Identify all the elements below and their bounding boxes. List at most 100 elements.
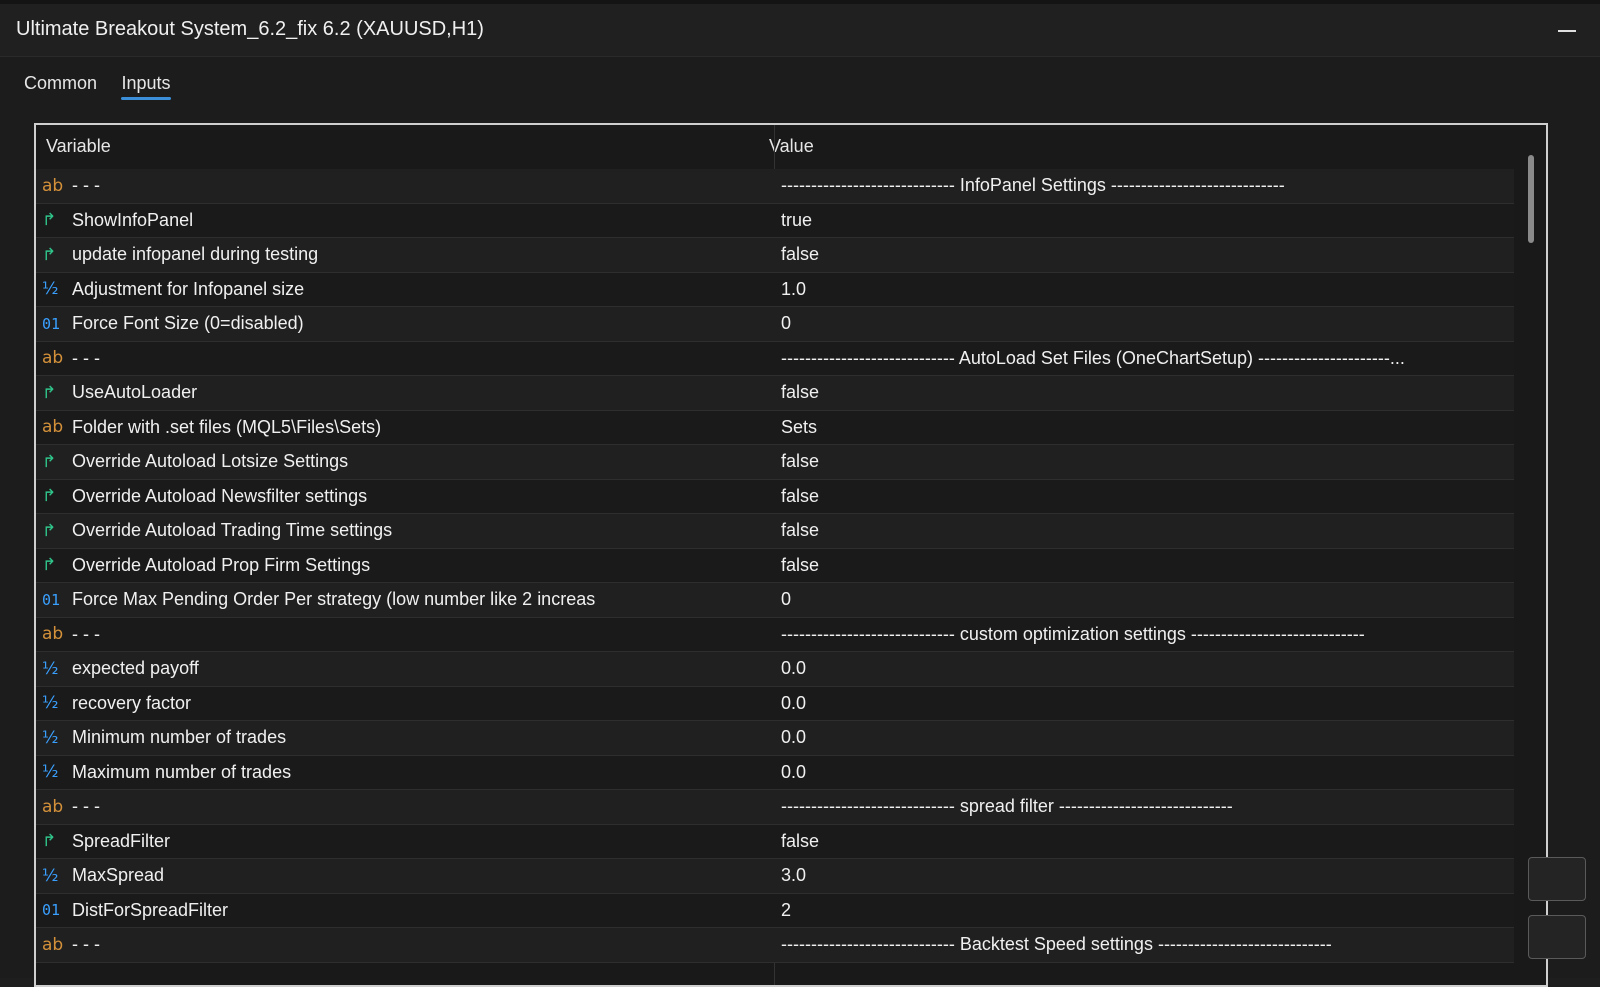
string-type-icon: ab — [42, 624, 64, 645]
double-type-icon: ½ — [42, 865, 59, 886]
vertical-scrollbar[interactable] — [1528, 155, 1534, 243]
table-row[interactable]: ½ Adjustment for Infopanel size 1.0 — [36, 272, 1514, 307]
table-row[interactable]: ↱ ShowInfoPanel true — [36, 203, 1514, 238]
table-row[interactable]: ½ expected payoff 0.0 — [36, 652, 1514, 687]
value-cell[interactable]: 0 — [781, 583, 791, 617]
string-type-icon: ab — [42, 934, 64, 955]
table-row[interactable]: ↱ update infopanel during testing false — [36, 238, 1514, 273]
variable-name: - - - — [72, 175, 100, 196]
table-row[interactable]: ½ Maximum number of trades 0.0 — [36, 755, 1514, 790]
table-row[interactable]: ½ MaxSpread 3.0 — [36, 859, 1514, 894]
integer-type-icon: 01 — [42, 590, 61, 609]
side-button-1[interactable] — [1528, 857, 1586, 901]
value-cell[interactable]: ----------------------------- Backtest S… — [781, 928, 1332, 962]
variable-cell: ab - - - — [42, 342, 100, 376]
table-row[interactable]: ab - - - ----------------------------- Aut… — [36, 341, 1514, 376]
table-row[interactable]: 01 Force Font Size (0=disabled) 0 — [36, 307, 1514, 342]
tab-inputs[interactable]: Inputs — [121, 73, 171, 100]
bool-type-icon: ↱ — [42, 486, 57, 506]
table-row[interactable]: ↱ UseAutoLoader false — [36, 376, 1514, 411]
variable-name: recovery factor — [72, 692, 192, 713]
value-cell[interactable]: false — [781, 445, 819, 479]
bool-type-icon: ↱ — [42, 831, 57, 851]
variable-cell: ↱ update infopanel during testing — [42, 238, 318, 272]
double-type-icon: ½ — [42, 658, 59, 679]
table-row[interactable]: ↱ Override Autoload Prop Firm Settings fal… — [36, 548, 1514, 583]
minimize-icon[interactable] — [1558, 30, 1576, 32]
variable-name: SpreadFilter — [72, 830, 171, 851]
variable-name: Force Font Size (0=disabled) — [72, 313, 304, 334]
value-cell[interactable]: Sets — [781, 411, 817, 445]
variable-name: - - - — [72, 623, 100, 644]
inputs-table: Variable Value ab - - - ------------------… — [34, 123, 1548, 987]
value-cell[interactable]: false — [781, 376, 819, 410]
header-value[interactable]: Value — [769, 136, 814, 157]
variable-cell: ↱ UseAutoLoader — [42, 376, 197, 410]
table-row[interactable]: ½ Minimum number of trades 0.0 — [36, 721, 1514, 756]
value-cell[interactable]: 3.0 — [781, 859, 806, 893]
value-cell[interactable]: false — [781, 825, 819, 859]
tab-common[interactable]: Common — [24, 73, 97, 100]
table-row[interactable]: ↱ Override Autoload Newsfilter settings fa… — [36, 479, 1514, 514]
value-cell[interactable]: 2 — [781, 894, 791, 928]
variable-name: ShowInfoPanel — [72, 209, 194, 230]
value-cell[interactable]: true — [781, 204, 812, 238]
table-row[interactable]: ab - - - ----------------------------- Bac… — [36, 928, 1514, 963]
variable-cell: ↱ Override Autoload Lotsize Settings — [42, 445, 348, 479]
table-row[interactable]: ↱ Override Autoload Lotsize Settings false — [36, 445, 1514, 480]
bool-type-icon: ↱ — [42, 382, 57, 402]
variable-name: - - - — [72, 796, 100, 817]
dialog-body: Common Inputs Variable Value ab - - - ----… — [0, 57, 1600, 987]
value-cell[interactable]: ----------------------------- spread fil… — [781, 790, 1233, 824]
value-cell[interactable]: 0.0 — [781, 652, 806, 686]
variable-name: MaxSpread — [72, 865, 165, 886]
variable-cell: ↱ SpreadFilter — [42, 825, 170, 859]
table-row[interactable]: 01 DistForSpreadFilter 2 — [36, 893, 1514, 928]
variable-cell: ↱ ShowInfoPanel — [42, 204, 193, 238]
variable-name: Override Autoload Prop Firm Settings — [72, 554, 371, 575]
table-row[interactable]: ab - - - ----------------------------- cus… — [36, 617, 1514, 652]
variable-cell: ½ Maximum number of trades — [42, 756, 291, 790]
value-cell[interactable]: 0 — [781, 307, 791, 341]
value-cell[interactable]: false — [781, 549, 819, 583]
value-cell[interactable]: ----------------------------- AutoLoad S… — [781, 342, 1405, 376]
value-cell[interactable]: ----------------------------- InfoPanel … — [781, 169, 1285, 203]
variable-name: Adjustment for Infopanel size — [72, 278, 305, 299]
variable-name: - - - — [72, 934, 100, 955]
value-cell[interactable]: ----------------------------- custom opt… — [781, 618, 1365, 652]
variable-cell: 01 Force Max Pending Order Per strategy (… — [42, 583, 595, 617]
value-cell[interactable]: 0.0 — [781, 687, 806, 721]
side-button-2[interactable] — [1528, 915, 1586, 959]
double-type-icon: ½ — [42, 279, 59, 300]
header-variable[interactable]: Variable — [46, 136, 111, 157]
value-cell[interactable]: 1.0 — [781, 273, 806, 307]
table-body: ab - - - ----------------------------- Inf… — [36, 169, 1514, 963]
value-cell[interactable]: false — [781, 514, 819, 548]
table-row[interactable]: ↱ Override Autoload Trading Time settings… — [36, 514, 1514, 549]
value-cell[interactable]: 0.0 — [781, 756, 806, 790]
table-row[interactable]: ab Folder with .set files (MQL5\Files\Set… — [36, 410, 1514, 445]
table-row[interactable]: 01 Force Max Pending Order Per strategy (… — [36, 583, 1514, 618]
variable-name: DistForSpreadFilter — [72, 899, 229, 920]
variable-name: Maximum number of trades — [72, 761, 292, 782]
variable-cell: ab - - - — [42, 618, 100, 652]
table-row[interactable]: ab - - - ----------------------------- spr… — [36, 790, 1514, 825]
bool-type-icon: ↱ — [42, 244, 57, 264]
variable-cell: 01 Force Font Size (0=disabled) — [42, 307, 304, 341]
table-row[interactable]: ½ recovery factor 0.0 — [36, 686, 1514, 721]
variable-cell: ab - - - — [42, 169, 100, 203]
variable-cell: ½ recovery factor — [42, 687, 191, 721]
bool-type-icon: ↱ — [42, 555, 57, 575]
integer-type-icon: 01 — [42, 901, 61, 920]
string-type-icon: ab — [42, 348, 64, 369]
variable-cell: ½ MaxSpread — [42, 859, 164, 893]
double-type-icon: ½ — [42, 693, 59, 714]
value-cell[interactable]: 0.0 — [781, 721, 806, 755]
value-cell[interactable]: false — [781, 238, 819, 272]
value-cell[interactable]: false — [781, 480, 819, 514]
string-type-icon: ab — [42, 175, 64, 196]
table-row[interactable]: ↱ SpreadFilter false — [36, 824, 1514, 859]
variable-name: Force Max Pending Order Per strategy (lo… — [72, 589, 596, 610]
table-row[interactable]: ab - - - ----------------------------- Inf… — [36, 169, 1514, 204]
variable-cell: ab - - - — [42, 928, 100, 962]
